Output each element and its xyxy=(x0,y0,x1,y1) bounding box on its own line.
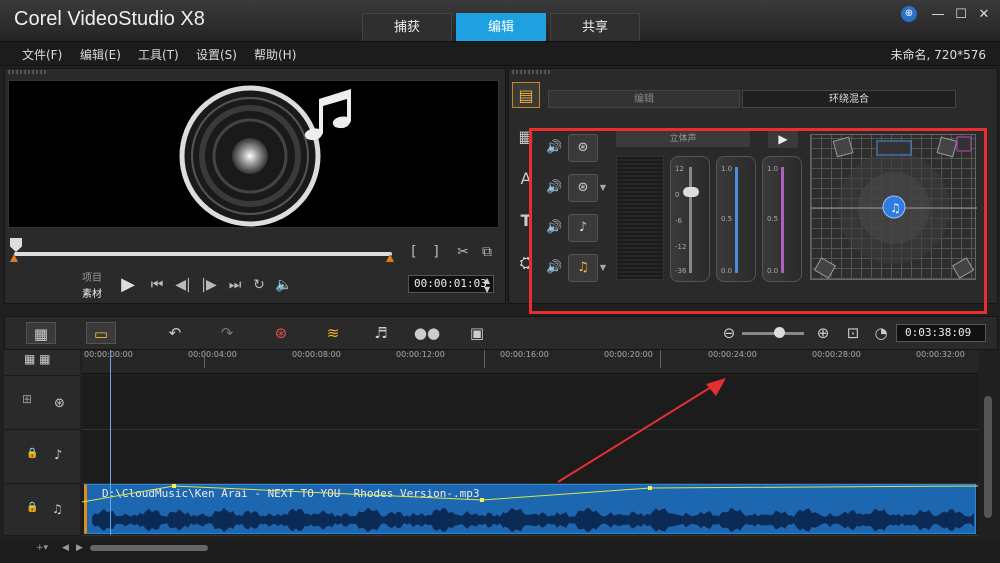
scroll-right-icon[interactable]: ▶ xyxy=(76,543,83,553)
horizontal-scroll-thumb[interactable] xyxy=(90,545,208,551)
app-window: Corel VideoStudio X8 捕获 编辑 共享 ⊕ — ☐ ✕ 文件… xyxy=(0,0,1000,563)
scroll-left-icon[interactable]: ◀ xyxy=(62,543,69,553)
add-track-icon[interactable]: +▾ xyxy=(36,543,48,553)
playhead[interactable] xyxy=(110,350,111,535)
horizontal-scrollbar[interactable] xyxy=(0,540,1000,563)
vertical-scroll-thumb[interactable] xyxy=(984,396,992,518)
annotation-arrow xyxy=(557,378,726,483)
